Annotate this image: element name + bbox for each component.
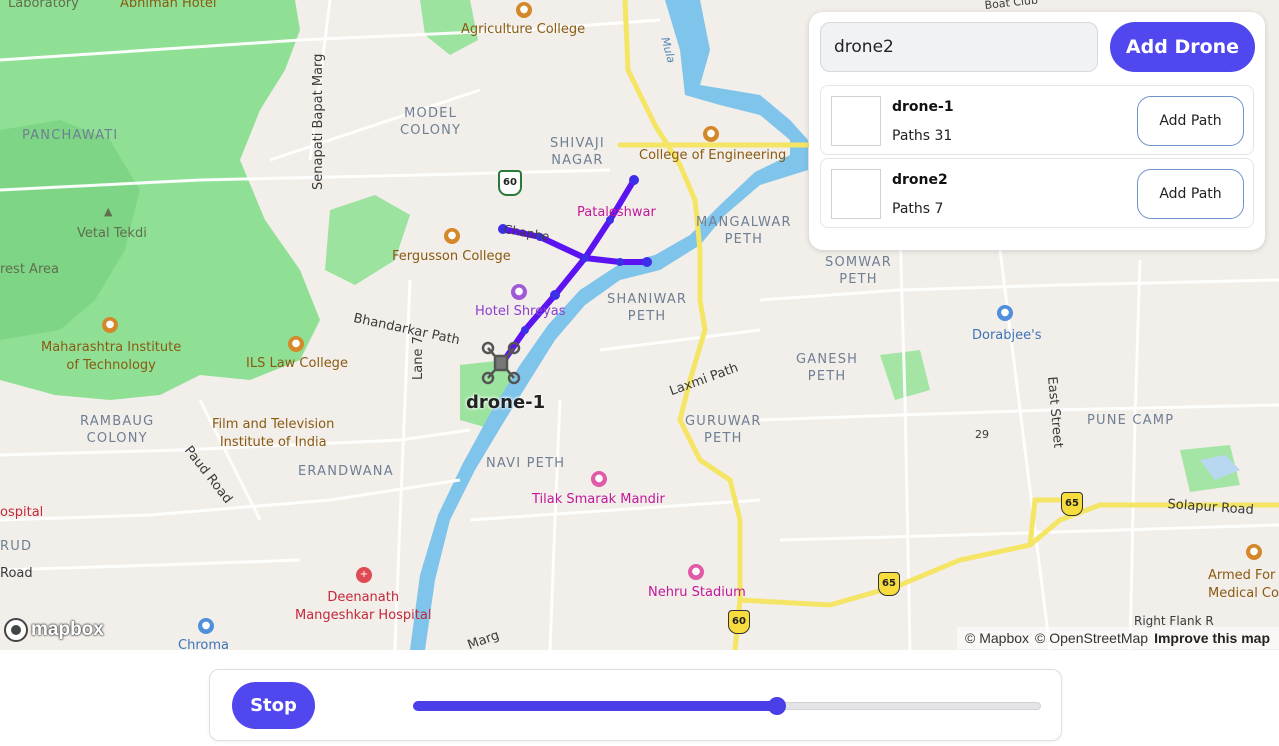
poi-label: Maharashtra Institute of Technology xyxy=(41,340,182,373)
poi-label: Vetal Tekdi xyxy=(77,226,147,241)
poi-label: ILS Law College xyxy=(246,356,348,371)
poi-label: Armed For Medical Col xyxy=(1208,568,1279,601)
drone-path-count: Paths 7 xyxy=(892,201,944,217)
improve-map-link[interactable]: Improve this map xyxy=(1154,630,1270,646)
shop-icon: ● xyxy=(997,305,1013,321)
peak-icon: ▲ xyxy=(104,205,113,218)
add-path-button[interactable]: Add Path xyxy=(1137,169,1244,219)
street-label: Lane 7 xyxy=(411,336,426,380)
drone-thumbnail xyxy=(831,96,881,146)
poi-label: Laboratory xyxy=(8,0,79,11)
poi-label: Abhiman Hotel xyxy=(120,0,217,11)
poi-label: Deenanath Mangeshkar Hospital xyxy=(295,590,432,623)
poi-label: Tilak Smarak Mandir xyxy=(532,492,665,507)
hospital-icon: + xyxy=(356,567,372,583)
highway-shield: 65 xyxy=(1061,492,1083,516)
street-label: Right Flank R xyxy=(1134,614,1214,628)
mapbox-logo-icon xyxy=(4,618,28,642)
poi-label: College of Engineering xyxy=(639,148,787,163)
poi-label: Fergusson College xyxy=(392,249,511,264)
add-drone-button[interactable]: Add Drone xyxy=(1110,22,1255,72)
drone-name: drone-1 xyxy=(892,99,954,115)
drone-list-item: drone-1 Paths 31 Add Path xyxy=(820,85,1254,155)
drone-name: drone2 xyxy=(892,172,948,188)
area-label: SHANIWAR PETH xyxy=(607,292,688,324)
poi-label: Nehru Stadium xyxy=(648,585,746,600)
drone-panel: Add Drone drone-1 Paths 31 Add Path dron… xyxy=(809,12,1265,250)
area-label: GURUWAR PETH xyxy=(685,414,762,446)
poi-label: Pataleshwar xyxy=(577,205,656,220)
add-path-button[interactable]: Add Path xyxy=(1137,96,1244,146)
theatre-icon: ● xyxy=(591,471,607,487)
mapbox-attribution-link[interactable]: © Mapbox xyxy=(965,630,1029,646)
street-label: 29 xyxy=(975,428,989,441)
area-label: MANGALWAR PETH xyxy=(696,215,792,247)
poi-label: Hotel Shreyas xyxy=(475,304,566,319)
highway-shield: 60 xyxy=(498,170,522,196)
hotel-icon: ● xyxy=(511,284,527,300)
street-label: Road xyxy=(0,566,33,581)
stadium-icon: ● xyxy=(688,564,704,580)
area-label: PUNE CAMP xyxy=(1087,413,1175,428)
poi-label: rest Area xyxy=(0,262,59,277)
area-label: SOMWAR PETH xyxy=(825,255,892,287)
mapbox-logo[interactable]: mapbox xyxy=(4,617,104,643)
progress-slider-fill xyxy=(413,701,778,711)
stop-button[interactable]: Stop xyxy=(232,682,315,729)
street-label: Senapati Bapat Marg xyxy=(311,53,326,190)
poi-label: ospital xyxy=(0,505,44,520)
area-label: ERANDWANA xyxy=(298,464,394,479)
school-icon: ● xyxy=(1246,544,1262,560)
school-icon: ● xyxy=(444,228,460,244)
drone-marker-label: drone-1 xyxy=(466,392,546,413)
area-label: RAMBAUG COLONY xyxy=(80,414,155,446)
school-icon: ● xyxy=(516,2,532,18)
playback-controls: Stop xyxy=(209,669,1062,741)
school-icon: ● xyxy=(703,126,719,142)
poi-label: Dorabjee's xyxy=(972,328,1042,343)
drone-thumbnail xyxy=(831,169,881,219)
poi-label: Agriculture College xyxy=(461,22,586,37)
drone-list-item: drone2 Paths 7 Add Path xyxy=(820,158,1254,228)
area-label: GANESH PETH xyxy=(796,352,859,384)
drone-icon xyxy=(481,341,521,385)
poi-label: Chroma xyxy=(178,638,229,650)
progress-slider-thumb[interactable] xyxy=(768,697,787,715)
mapbox-logo-text: mapbox xyxy=(31,619,104,640)
drone-path-count: Paths 31 xyxy=(892,128,953,144)
poi-label: Film and Television Institute of India xyxy=(212,417,335,450)
area-label: NAVI PETH xyxy=(486,456,566,471)
highway-shield: 60 xyxy=(728,610,750,634)
area-label: MODEL COLONY xyxy=(400,106,462,138)
map-attribution: © Mapbox © OpenStreetMap Improve this ma… xyxy=(957,627,1279,649)
school-icon: ● xyxy=(288,336,304,352)
school-icon: ● xyxy=(102,317,118,333)
area-label: PANCHAWATI xyxy=(22,128,119,143)
highway-shield: 65 xyxy=(878,572,900,596)
osm-attribution-link[interactable]: © OpenStreetMap xyxy=(1035,630,1148,646)
shop-icon: ● xyxy=(198,618,214,634)
drone-name-input[interactable] xyxy=(820,22,1098,72)
area-label: RUD xyxy=(0,539,33,554)
area-label: SHIVAJI NAGAR xyxy=(550,136,605,168)
